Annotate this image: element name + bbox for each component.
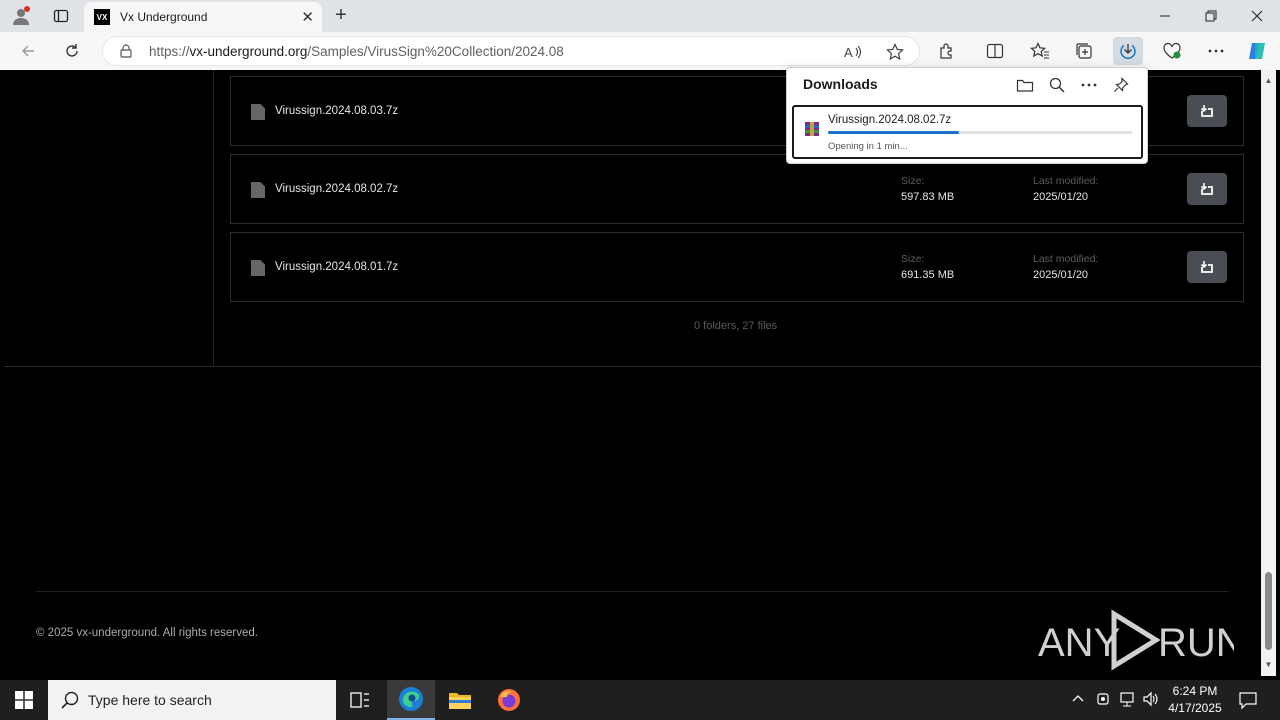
file-name[interactable]: Virussign.2024.08.03.7z	[275, 105, 398, 117]
file-download-button[interactable]	[1187, 95, 1227, 127]
lock-icon[interactable]	[119, 44, 133, 63]
clock-date[interactable]: 4/17/2025	[1164, 701, 1226, 715]
tab-vx-underground[interactable]: VX Vx Underground ✕	[84, 2, 322, 32]
collections-icon[interactable]	[1069, 37, 1099, 65]
file-name[interactable]: Virussign.2024.08.01.7z	[275, 261, 398, 273]
more-options-icon[interactable]	[1078, 74, 1100, 96]
page-scrollbar[interactable]: ▲ ▼	[1261, 70, 1276, 676]
new-tab-button[interactable]: +	[330, 4, 352, 26]
file-size: 691.35 MB	[901, 269, 955, 281]
file-modified: 2025/01/20	[1033, 191, 1089, 203]
search-icon	[61, 691, 79, 709]
title-bar: VX Vx Underground ✕ +	[0, 0, 1280, 32]
file-size-label: Size:	[901, 253, 925, 265]
refresh-button[interactable]	[61, 40, 83, 62]
taskbar-search-box[interactable]: Type here to search	[48, 680, 336, 720]
downloads-title: Downloads	[803, 76, 878, 92]
url-text[interactable]: https://vx-underground.org/Samples/Virus…	[149, 44, 564, 59]
copilot-icon[interactable]	[1242, 37, 1272, 65]
downloads-panel: Downloads Virussign.2024.08.02.7z Openin…	[786, 67, 1148, 164]
divider	[4, 366, 1261, 367]
minimize-button[interactable]	[1142, 0, 1188, 32]
watermark-right: RUN	[1158, 621, 1234, 665]
svg-text:A: A	[844, 45, 853, 60]
watermark-left: ANY	[1038, 621, 1120, 665]
address-bar[interactable]: https://vx-underground.org/Samples/Virus…	[102, 36, 920, 66]
read-aloud-icon[interactable]: A	[843, 42, 863, 62]
copyright-text: © 2025 vx-underground. All rights reserv…	[36, 627, 258, 639]
file-name[interactable]: Virussign.2024.08.02.7z	[275, 183, 398, 195]
network-icon[interactable]	[1119, 690, 1137, 711]
vx-favicon-icon: VX	[94, 9, 110, 25]
file-modified-label: Last modified:	[1033, 253, 1099, 265]
favorites-icon[interactable]	[1025, 37, 1055, 65]
download-icon	[1200, 261, 1213, 273]
file-modified-label: Last modified:	[1033, 175, 1099, 187]
edge-taskbar-icon[interactable]	[387, 680, 435, 720]
folder-summary: 0 folders, 27 files	[694, 320, 778, 332]
notifications-icon[interactable]	[1238, 690, 1258, 713]
back-button[interactable]	[17, 40, 39, 62]
search-downloads-icon[interactable]	[1046, 74, 1068, 96]
download-icon	[1200, 105, 1213, 117]
restore-button[interactable]	[1188, 0, 1234, 32]
pin-icon[interactable]	[1110, 74, 1132, 96]
browser-toolbar: https://vx-underground.org/Samples/Virus…	[0, 32, 1280, 70]
download-item[interactable]: Virussign.2024.08.02.7z Opening in 1 min…	[792, 105, 1143, 159]
tab-close-icon[interactable]: ✕	[301, 8, 314, 26]
file-icon	[251, 182, 265, 198]
download-filename[interactable]: Virussign.2024.08.02.7z	[828, 114, 951, 126]
download-status: Opening in 1 min...	[828, 141, 908, 152]
download-icon	[1200, 183, 1213, 195]
close-window-button[interactable]	[1234, 0, 1280, 32]
file-explorer-icon[interactable]	[436, 680, 484, 720]
downloads-icon[interactable]	[1113, 37, 1143, 65]
show-hidden-icons[interactable]	[1071, 691, 1085, 708]
browser-essentials-icon[interactable]	[1157, 37, 1187, 65]
scroll-down-arrow-icon[interactable]: ▼	[1264, 660, 1273, 669]
task-view-icon[interactable]	[336, 680, 384, 720]
file-modified: 2025/01/20	[1033, 269, 1089, 281]
clock-time[interactable]: 6:24 PM	[1168, 684, 1222, 698]
anyrun-watermark-logo: ANY RUN	[1038, 608, 1245, 672]
open-folder-icon[interactable]	[1014, 74, 1036, 96]
profile-icon[interactable]	[8, 4, 34, 28]
scrollbar-thumb[interactable]	[1265, 572, 1272, 650]
file-icon	[251, 260, 265, 276]
url-scheme: https://	[149, 44, 190, 59]
download-progress-fill	[828, 131, 959, 134]
file-size: 597.83 MB	[901, 191, 955, 203]
file-download-button[interactable]	[1187, 173, 1227, 205]
favorite-star-icon[interactable]	[885, 42, 905, 62]
split-screen-icon[interactable]	[980, 37, 1010, 65]
settings-more-icon[interactable]	[1201, 37, 1231, 65]
sidebar-panel	[4, 70, 214, 366]
tab-actions-icon[interactable]	[48, 4, 74, 28]
file-size-label: Size:	[901, 175, 925, 187]
file-icon	[251, 104, 265, 120]
url-host: vx-underground.org	[189, 44, 308, 59]
extensions-icon[interactable]	[932, 37, 962, 65]
firefox-icon[interactable]	[485, 680, 533, 720]
file-row[interactable]: Virussign.2024.08.01.7z Size: 691.35 MB …	[230, 232, 1244, 302]
search-placeholder: Type here to search	[88, 692, 212, 708]
file-download-button[interactable]	[1187, 251, 1227, 283]
tab-title: Vx Underground	[120, 10, 208, 24]
download-progress-bar	[828, 131, 1132, 134]
meet-now-icon[interactable]	[1096, 690, 1112, 711]
file-row[interactable]: Virussign.2024.08.02.7z Size: 597.83 MB …	[230, 154, 1244, 224]
url-path: /Samples/VirusSign%20Collection/2024.08	[307, 44, 564, 59]
start-button[interactable]	[0, 680, 48, 720]
scroll-up-arrow-icon[interactable]: ▲	[1264, 76, 1273, 85]
footer-divider	[36, 591, 1229, 592]
windows-taskbar: Type here to search 6:24 PM 4/17/2025	[0, 680, 1280, 720]
windows-logo-icon	[15, 691, 33, 709]
volume-icon[interactable]	[1142, 690, 1160, 711]
archive-file-icon	[805, 122, 819, 136]
